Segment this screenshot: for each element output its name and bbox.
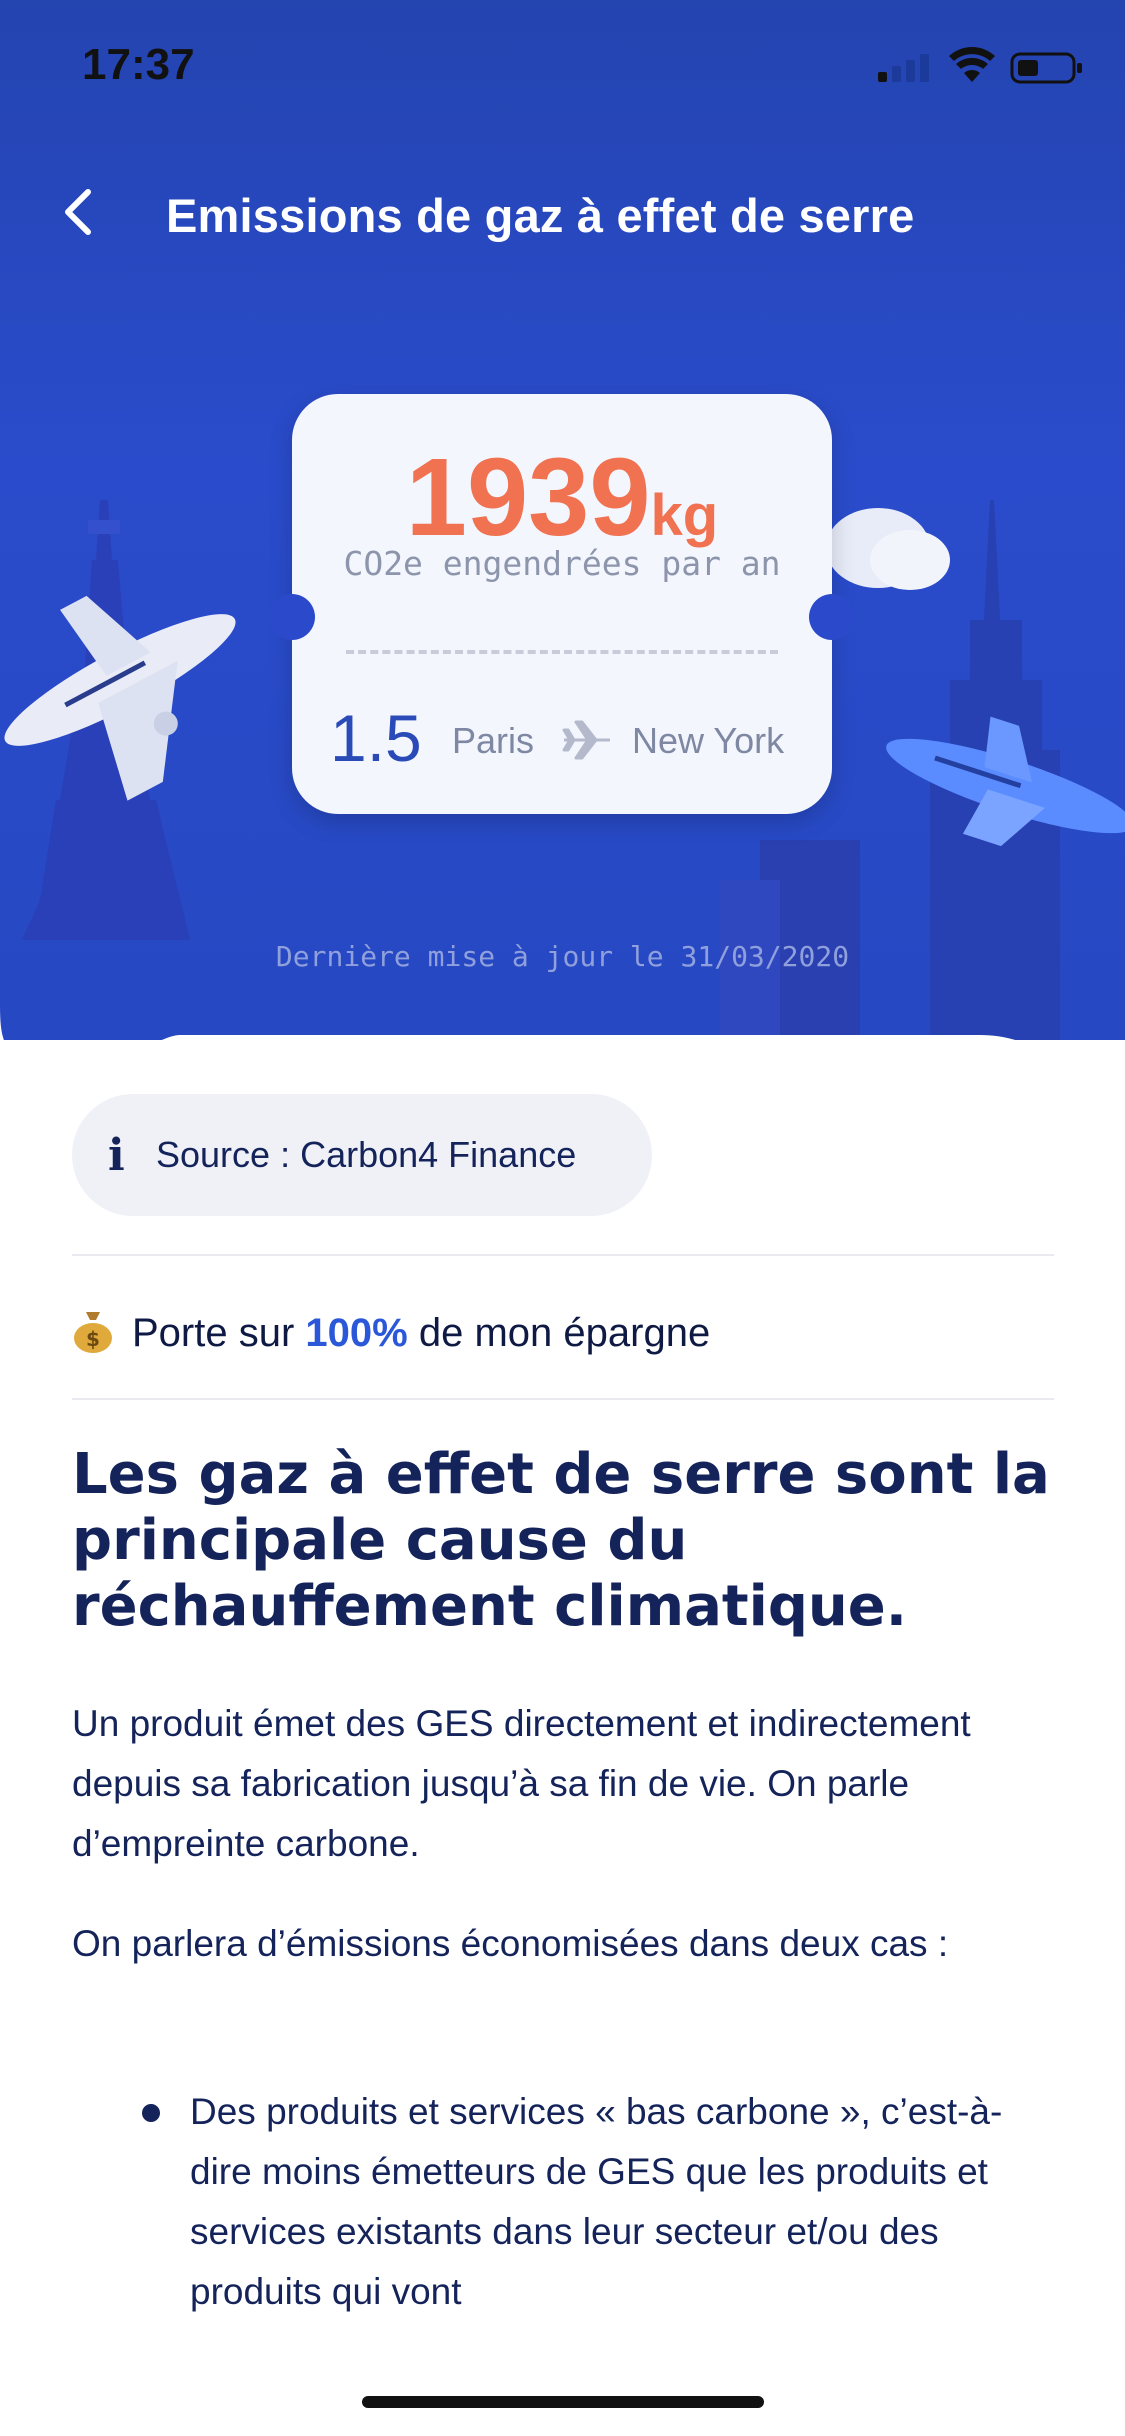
ticket-divider <box>346 650 778 654</box>
emissions-caption: CO2e engendrées par an <box>343 544 781 583</box>
last-update-text: Dernière mise à jour le 31/03/2020 <box>275 940 850 973</box>
signal-icon <box>878 54 929 82</box>
hero-banner: 17:37 Emissions de gaz à effet de serre … <box>0 0 1125 1040</box>
article-paragraph-1: Un produit émet des GES directement et i… <box>72 1703 971 1864</box>
info-icon: i <box>108 1130 125 1181</box>
status-time: 17:37 <box>82 40 195 89</box>
divider <box>72 1254 1054 1256</box>
article-paragraph-2: On parlera d’émissions économisées dans … <box>72 1923 949 1964</box>
emissions-value: 1939 <box>405 436 651 559</box>
svg-text:$: $ <box>86 1327 100 1351</box>
page-title: Emissions de gaz à effet de serre <box>166 189 915 242</box>
emissions-unit: kg <box>650 483 719 548</box>
back-chevron-icon[interactable] <box>56 186 104 238</box>
battery-icon <box>1010 52 1082 84</box>
ticket-notch-right <box>809 594 855 640</box>
ticket-notch-left <box>269 594 315 640</box>
article-bullet-1: Des produits et services « bas carbone »… <box>190 2091 1003 2312</box>
trip-count: 1.5 <box>330 701 422 775</box>
airplane-icon <box>562 720 610 760</box>
savings-suffix: de mon épargne <box>418 1311 711 1355</box>
money-bag-icon: $ <box>74 1312 112 1353</box>
trip-destination: New York <box>632 720 785 761</box>
savings-percent: 100% <box>305 1311 408 1355</box>
divider <box>72 1398 1054 1400</box>
trip-origin: Paris <box>452 720 535 761</box>
article-heading: Les gaz à effet de serre sont la princip… <box>72 1442 1050 1639</box>
source-label: Source : Carbon4 Finance <box>156 1134 577 1175</box>
home-indicator[interactable] <box>362 2396 764 2408</box>
bullet-dot <box>142 2104 160 2122</box>
wifi-icon <box>949 47 995 82</box>
emissions-ticket-card: 1939kg CO2e engendrées par an 1.5 Paris … <box>269 394 855 814</box>
source-chip[interactable]: i Source : Carbon4 Finance <box>72 1094 652 1216</box>
savings-coverage: $ Porte sur 100% de mon épargne <box>72 1306 710 1356</box>
emissions-amount: 1939kg <box>292 434 832 561</box>
savings-prefix: Porte sur <box>132 1311 295 1355</box>
status-bar: 17:37 <box>0 0 1125 130</box>
